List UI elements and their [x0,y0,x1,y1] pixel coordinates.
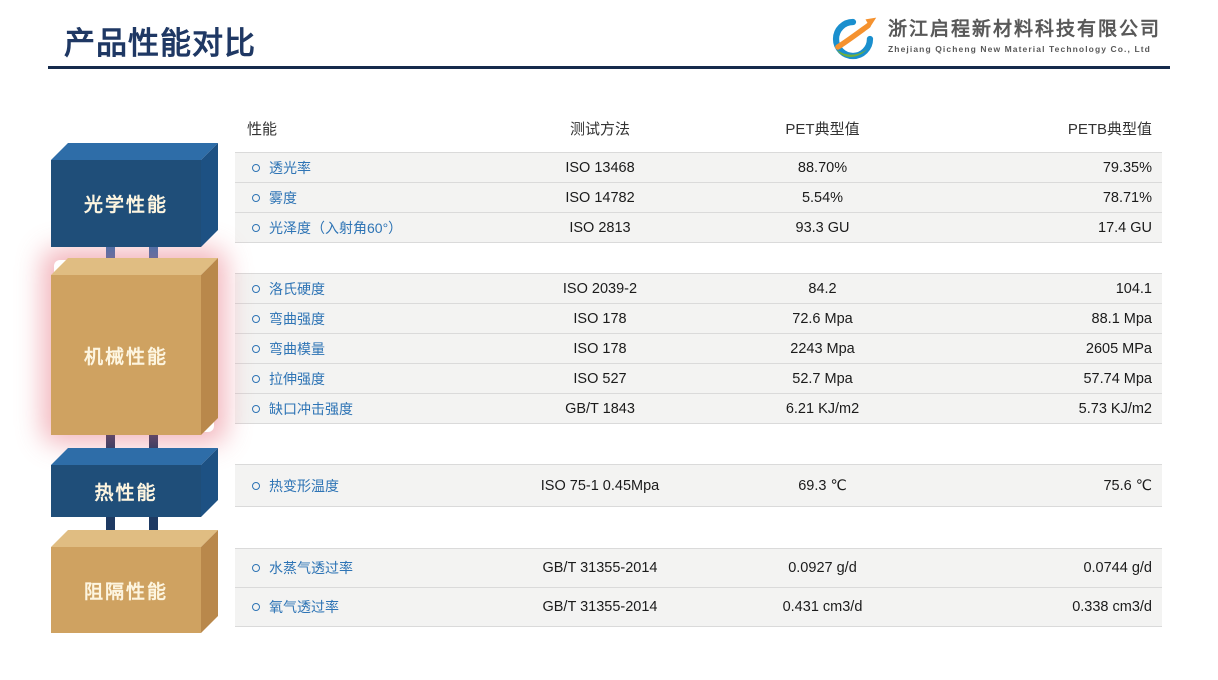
pet-value: 5.54% [720,190,925,206]
page-title: 产品性能对比 [64,18,256,63]
test-method: GB/T 1843 [470,401,730,417]
company-name-block: 浙江启程新材料科技有限公司 Zhejiang Qicheng New Mater… [888,14,1161,54]
property-name: 光泽度（入射角60°） [252,218,402,238]
pet-value: 52.7 Mpa [720,371,925,387]
petb-value: 17.4 GU [912,220,1152,236]
property-name: 氧气透过率 [252,597,339,617]
property-name: 洛氏硬度 [252,279,325,299]
table-row: 光泽度（入射角60°） ISO 2813 93.3 GU 17.4 GU [235,213,1162,243]
petb-value: 0.0744 g/d [912,560,1152,576]
property-name: 拉伸强度 [252,369,325,389]
pet-value: 0.0927 g/d [720,560,925,576]
category-label: 光学性能 [84,190,168,217]
title-divider [48,66,1170,69]
table-row: 水蒸气透过率 GB/T 31355-2014 0.0927 g/d 0.0744… [235,549,1162,588]
qicheng-q-logo-icon [826,14,880,64]
petb-value: 104.1 [912,281,1152,297]
pet-value: 84.2 [720,281,925,297]
petb-value: 57.74 Mpa [912,371,1152,387]
category-label: 热性能 [94,478,157,505]
box-front-face: 光学性能 [51,160,201,247]
box-top-face [51,258,218,275]
petb-value: 78.71% [912,190,1152,206]
bullet-icon [252,315,260,323]
column-header-pet: PET典型值 [720,118,925,139]
company-logo: 浙江启程新材料科技有限公司 Zhejiang Qicheng New Mater… [826,14,1161,64]
bullet-icon [252,405,260,413]
box-front-face: 热性能 [51,465,201,517]
pet-value: 93.3 GU [720,220,925,236]
bullet-icon [252,482,260,490]
mechanical-section: 洛氏硬度 ISO 2039-2 84.2 104.1 弯曲强度 ISO 178 … [235,273,1162,424]
property-name: 缺口冲击强度 [252,399,353,419]
box-right-face [201,258,218,435]
category-label: 机械性能 [84,342,168,369]
column-header-petb: PETB典型值 [912,118,1152,139]
bullet-icon [252,285,260,293]
table-row: 热变形温度 ISO 75-1 0.45Mpa 69.3 ℃ 75.6 ℃ [235,465,1162,507]
column-header-property: 性能 [247,118,277,139]
property-name: 热变形温度 [252,476,339,496]
bullet-icon [252,603,260,611]
property-name: 弯曲强度 [252,309,325,329]
petb-value: 2605 MPa [912,341,1152,357]
pet-value: 0.431 cm3/d [720,599,925,615]
company-name-en: Zhejiang Qicheng New Material Technology… [888,44,1161,54]
box-front-face: 机械性能 [51,275,201,435]
petb-value: 0.338 cm3/d [912,599,1152,615]
test-method: ISO 178 [470,311,730,327]
petb-value: 88.1 Mpa [912,311,1152,327]
table-row: 拉伸强度 ISO 527 52.7 Mpa 57.74 Mpa [235,364,1162,394]
test-method: ISO 75-1 0.45Mpa [470,478,730,494]
box-right-face [201,143,218,247]
thermal-section: 热变形温度 ISO 75-1 0.45Mpa 69.3 ℃ 75.6 ℃ [235,464,1162,507]
pet-value: 88.70% [720,160,925,176]
table-row: 弯曲模量 ISO 178 2243 Mpa 2605 MPa [235,334,1162,364]
test-method: ISO 2813 [470,220,730,236]
table-row: 氧气透过率 GB/T 31355-2014 0.431 cm3/d 0.338 … [235,588,1162,627]
table-row: 雾度 ISO 14782 5.54% 78.71% [235,183,1162,213]
category-label: 阻隔性能 [84,577,168,604]
bullet-icon [252,345,260,353]
test-method: ISO 13468 [470,160,730,176]
petb-value: 79.35% [912,160,1152,176]
pet-value: 6.21 KJ/m2 [720,401,925,417]
column-header-test-method: 测试方法 [470,118,730,139]
property-name: 弯曲模量 [252,339,325,359]
table-row: 洛氏硬度 ISO 2039-2 84.2 104.1 [235,274,1162,304]
pet-value: 69.3 ℃ [720,478,925,494]
bullet-icon [252,564,260,572]
test-method: ISO 527 [470,371,730,387]
pet-value: 72.6 Mpa [720,311,925,327]
box-top-face [51,448,218,465]
table-row: 透光率 ISO 13468 88.70% 79.35% [235,153,1162,183]
bullet-icon [252,164,260,172]
company-name-zh: 浙江启程新材料科技有限公司 [888,14,1161,41]
petb-value: 75.6 ℃ [912,478,1152,494]
bullet-icon [252,375,260,383]
test-method: ISO 14782 [470,190,730,206]
test-method: GB/T 31355-2014 [470,599,730,615]
test-method: ISO 178 [470,341,730,357]
box-top-face [51,143,218,160]
box-top-face [51,530,218,547]
test-method: ISO 2039-2 [470,281,730,297]
pet-value: 2243 Mpa [720,341,925,357]
petb-value: 5.73 KJ/m2 [912,401,1152,417]
table-row: 缺口冲击强度 GB/T 1843 6.21 KJ/m2 5.73 KJ/m2 [235,394,1162,424]
property-name: 透光率 [252,158,311,178]
bullet-icon [252,194,260,202]
bullet-icon [252,224,260,232]
test-method: GB/T 31355-2014 [470,560,730,576]
property-name: 水蒸气透过率 [252,558,353,578]
barrier-section: 水蒸气透过率 GB/T 31355-2014 0.0927 g/d 0.0744… [235,548,1162,627]
box-front-face: 阻隔性能 [51,547,201,633]
property-name: 雾度 [252,188,297,208]
table-row: 弯曲强度 ISO 178 72.6 Mpa 88.1 Mpa [235,304,1162,334]
optical-section: 透光率 ISO 13468 88.70% 79.35% 雾度 ISO 14782… [235,152,1162,243]
box-right-face [201,530,218,633]
